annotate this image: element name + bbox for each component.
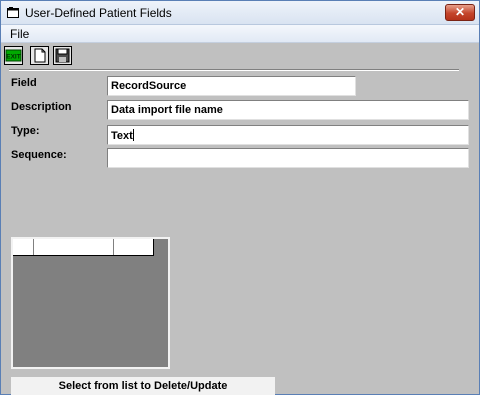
main-window: User-Defined Patient Fields ✕ File EXIT … xyxy=(0,0,480,395)
grid-row-selector-cell[interactable] xyxy=(13,239,34,255)
grid-column-cell[interactable] xyxy=(34,239,114,255)
new-document-icon xyxy=(34,48,46,63)
exit-icon: EXIT xyxy=(5,49,22,62)
description-label: Description xyxy=(11,101,72,113)
svg-text:EXIT: EXIT xyxy=(6,54,20,61)
window-title: User-Defined Patient Fields xyxy=(25,6,172,20)
type-input[interactable]: Text xyxy=(107,125,469,145)
app-window-icon xyxy=(7,7,19,18)
description-input[interactable]: Data import file name xyxy=(107,100,469,120)
title-bar[interactable]: User-Defined Patient Fields ✕ xyxy=(1,1,479,25)
fields-list-grid[interactable] xyxy=(11,237,170,369)
sequence-label: Sequence: xyxy=(11,149,67,161)
list-status-text: Select from list to Delete/Update xyxy=(11,377,275,395)
exit-button[interactable]: EXIT xyxy=(4,46,23,65)
toolbar-separator xyxy=(9,69,459,71)
type-input-value: Text xyxy=(111,130,133,142)
grid-column-cell[interactable] xyxy=(114,239,153,255)
floppy-disk-icon xyxy=(55,48,70,63)
new-button[interactable] xyxy=(30,46,49,65)
field-label: Field xyxy=(11,77,37,89)
text-caret xyxy=(132,129,134,141)
field-input[interactable]: RecordSource xyxy=(107,76,356,96)
type-label: Type: xyxy=(11,125,40,137)
grid-header-row[interactable] xyxy=(13,239,154,256)
close-button[interactable]: ✕ xyxy=(445,4,475,21)
menu-item-file[interactable]: File xyxy=(10,27,29,41)
save-button[interactable] xyxy=(53,46,72,65)
menu-bar: File xyxy=(1,25,479,43)
sequence-input[interactable] xyxy=(107,148,469,168)
